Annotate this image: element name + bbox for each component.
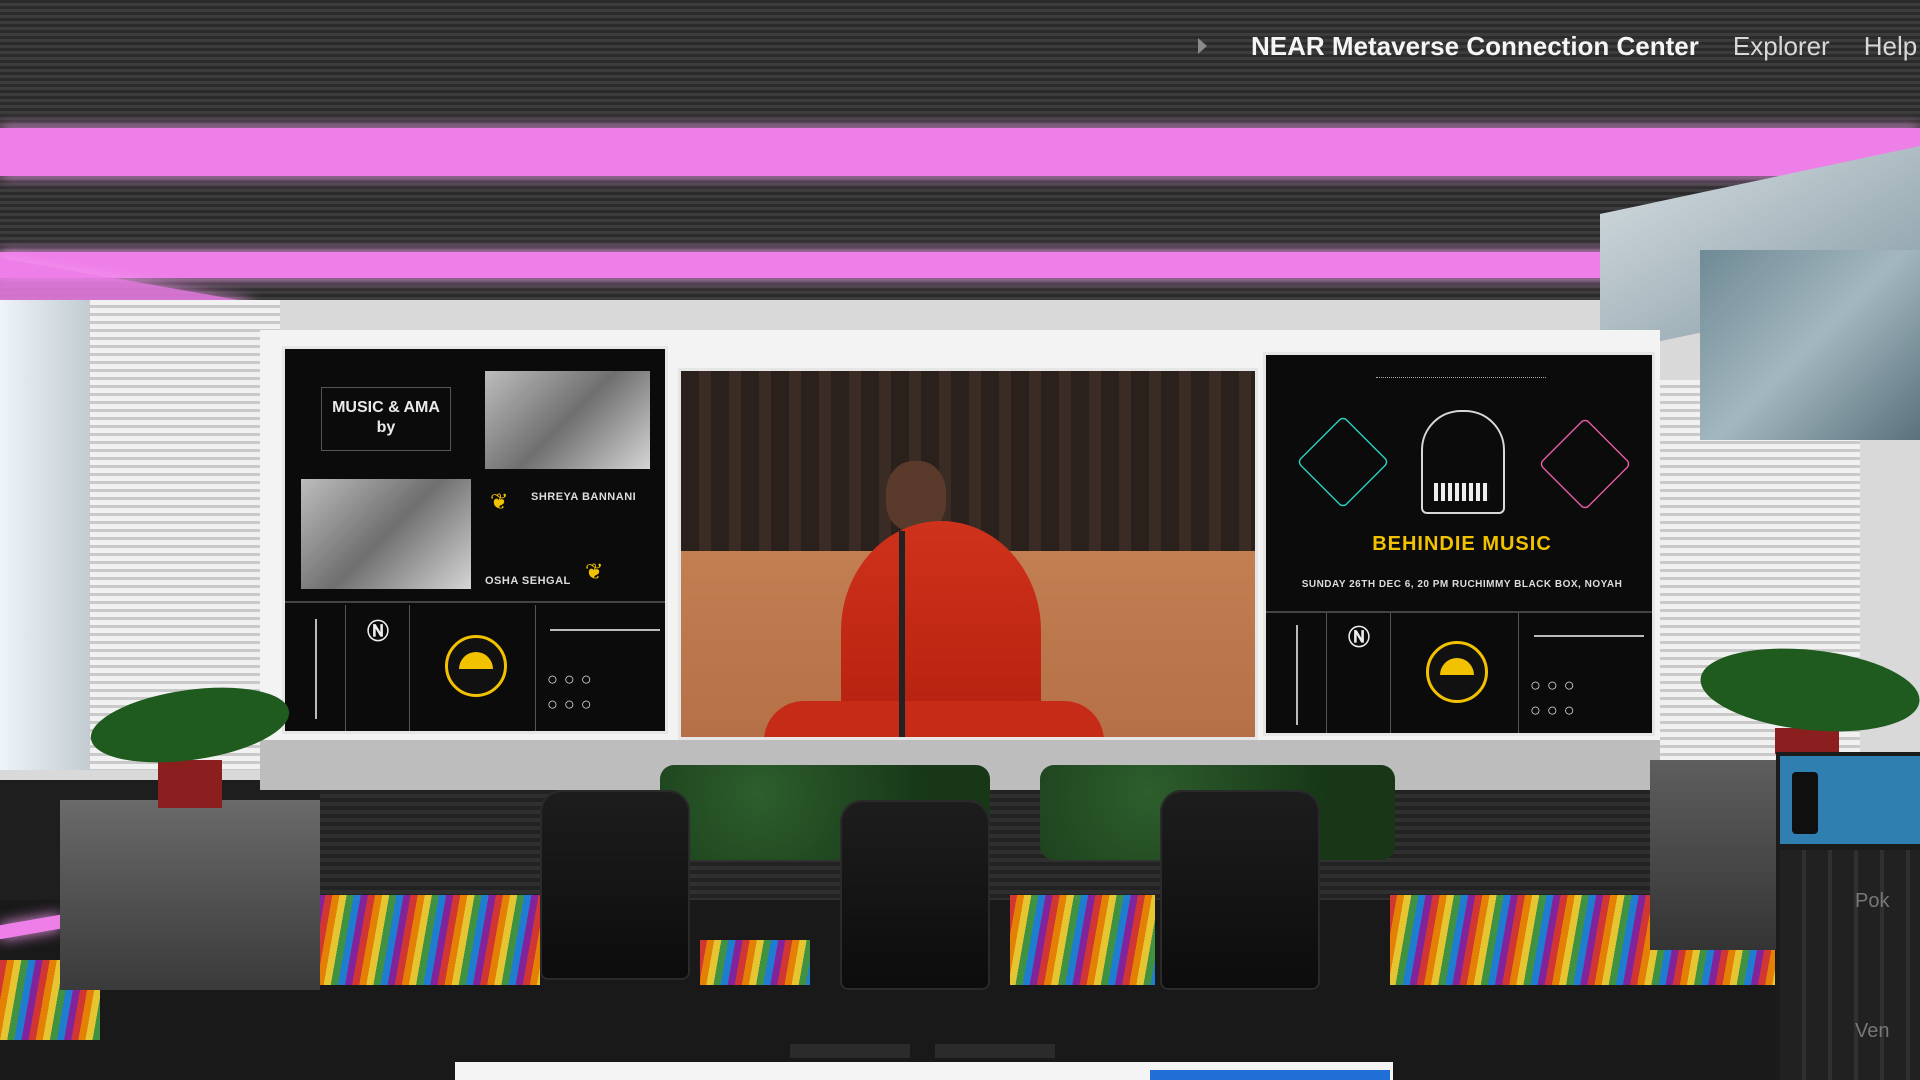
- chair-left[interactable]: [540, 790, 690, 980]
- artist-name-1: SHREYA BANNANI: [531, 491, 637, 503]
- poster-top-caption: [1376, 377, 1546, 382]
- explorer-link[interactable]: Explorer: [1733, 31, 1830, 62]
- poster-grid-line: [409, 605, 410, 731]
- window-left: [0, 300, 90, 770]
- poster-grid-line: [345, 605, 346, 731]
- video-curtain: [681, 371, 1255, 551]
- bird-icon-2: ❦: [585, 559, 604, 584]
- artist-name-2: OSHA SEHGAL: [485, 575, 571, 587]
- metaverse-3d-viewport[interactable]: MUSIC & AMA by ❦ SHREYA BANNANI OSHA SEH…: [0, 0, 1920, 1080]
- chair-right[interactable]: [1160, 790, 1320, 990]
- poster-divider: [1266, 611, 1652, 613]
- world-title: NEAR Metaverse Connection Center: [1251, 30, 1699, 61]
- side-sign-text-1: Pok: [1855, 890, 1890, 912]
- mixer-knobs-icon: ○○○: [547, 669, 598, 689]
- neon-light-strip-top: [0, 128, 1920, 176]
- behindie-fan-logo-icon: [445, 635, 507, 697]
- bird-icon: ❦: [490, 489, 509, 514]
- mixer-knobs-icon: ○○○: [547, 694, 598, 714]
- planter-box-left: [60, 800, 320, 990]
- side-sign-grid: [1780, 850, 1920, 1080]
- yoga-figure-icon: [1538, 417, 1632, 511]
- poster-grid-line: [1390, 613, 1391, 733]
- slider-icon: [1296, 625, 1298, 725]
- artist-photo-1: [485, 371, 650, 469]
- rainbow-carpet-3: [1010, 895, 1155, 985]
- poster-heading-box: MUSIC & AMA by: [321, 387, 451, 451]
- bottom-progress-indicator: [1150, 1070, 1390, 1080]
- chevron-right-icon[interactable]: [1198, 38, 1207, 54]
- fader-icon: [1534, 635, 1644, 637]
- poster-heading: MUSIC & AMA by: [332, 399, 440, 436]
- overhead-screen-glass: [1700, 250, 1920, 440]
- video-stream-screen[interactable]: [678, 368, 1258, 740]
- side-sign-icon: [1792, 772, 1818, 834]
- neon-light-strip-middle: [0, 252, 1680, 278]
- poster-divider: [285, 601, 665, 603]
- performer-saree: [764, 701, 1104, 737]
- artist-photo-2: [301, 479, 471, 589]
- mixer-knobs-icon: ○○○: [1530, 675, 1581, 695]
- near-logo-icon: Ⓝ: [1347, 625, 1370, 650]
- poster-grid-line: [1518, 613, 1519, 733]
- poster-grid-line: [535, 605, 536, 731]
- mixer-knobs-icon: ○○○: [1530, 700, 1581, 720]
- near-logo-icon: Ⓝ: [366, 619, 389, 644]
- slider-icon: [315, 619, 317, 719]
- bottom-toolbar-tab[interactable]: [790, 1044, 910, 1058]
- poster-brand: BEHINDIE MUSIC: [1372, 533, 1552, 555]
- right-poster-screen: BEHINDIE MUSIC SUNDAY 26TH DEC 6, 20 PM …: [1263, 352, 1655, 736]
- poster-event-details: SUNDAY 26TH DEC 6, 20 PM RUCHIMMY BLACK …: [1301, 579, 1623, 590]
- plant-pot-right: [1775, 728, 1839, 754]
- rainbow-carpet-2: [700, 940, 810, 985]
- top-hud-bar: NEAR Metaverse Connection Center Explore…: [1198, 24, 1917, 68]
- fader-icon: [550, 629, 660, 631]
- dancer-figure-icon: [1296, 415, 1390, 509]
- keyboard-icon: [1434, 483, 1490, 501]
- stage-front-wall: [320, 790, 1660, 900]
- poster-grid-line: [1326, 613, 1327, 733]
- microphone-stand: [899, 531, 905, 737]
- left-poster-screen: MUSIC & AMA by ❦ SHREYA BANNANI OSHA SEH…: [282, 346, 668, 734]
- help-link[interactable]: Help: [1864, 31, 1917, 62]
- chair-center[interactable]: [840, 800, 990, 990]
- behindie-fan-logo-icon: [1426, 641, 1488, 703]
- bottom-toolbar-tab[interactable]: [935, 1044, 1055, 1058]
- plant-pot-left: [158, 760, 222, 808]
- side-sign-text-2: Ven: [1855, 1020, 1890, 1042]
